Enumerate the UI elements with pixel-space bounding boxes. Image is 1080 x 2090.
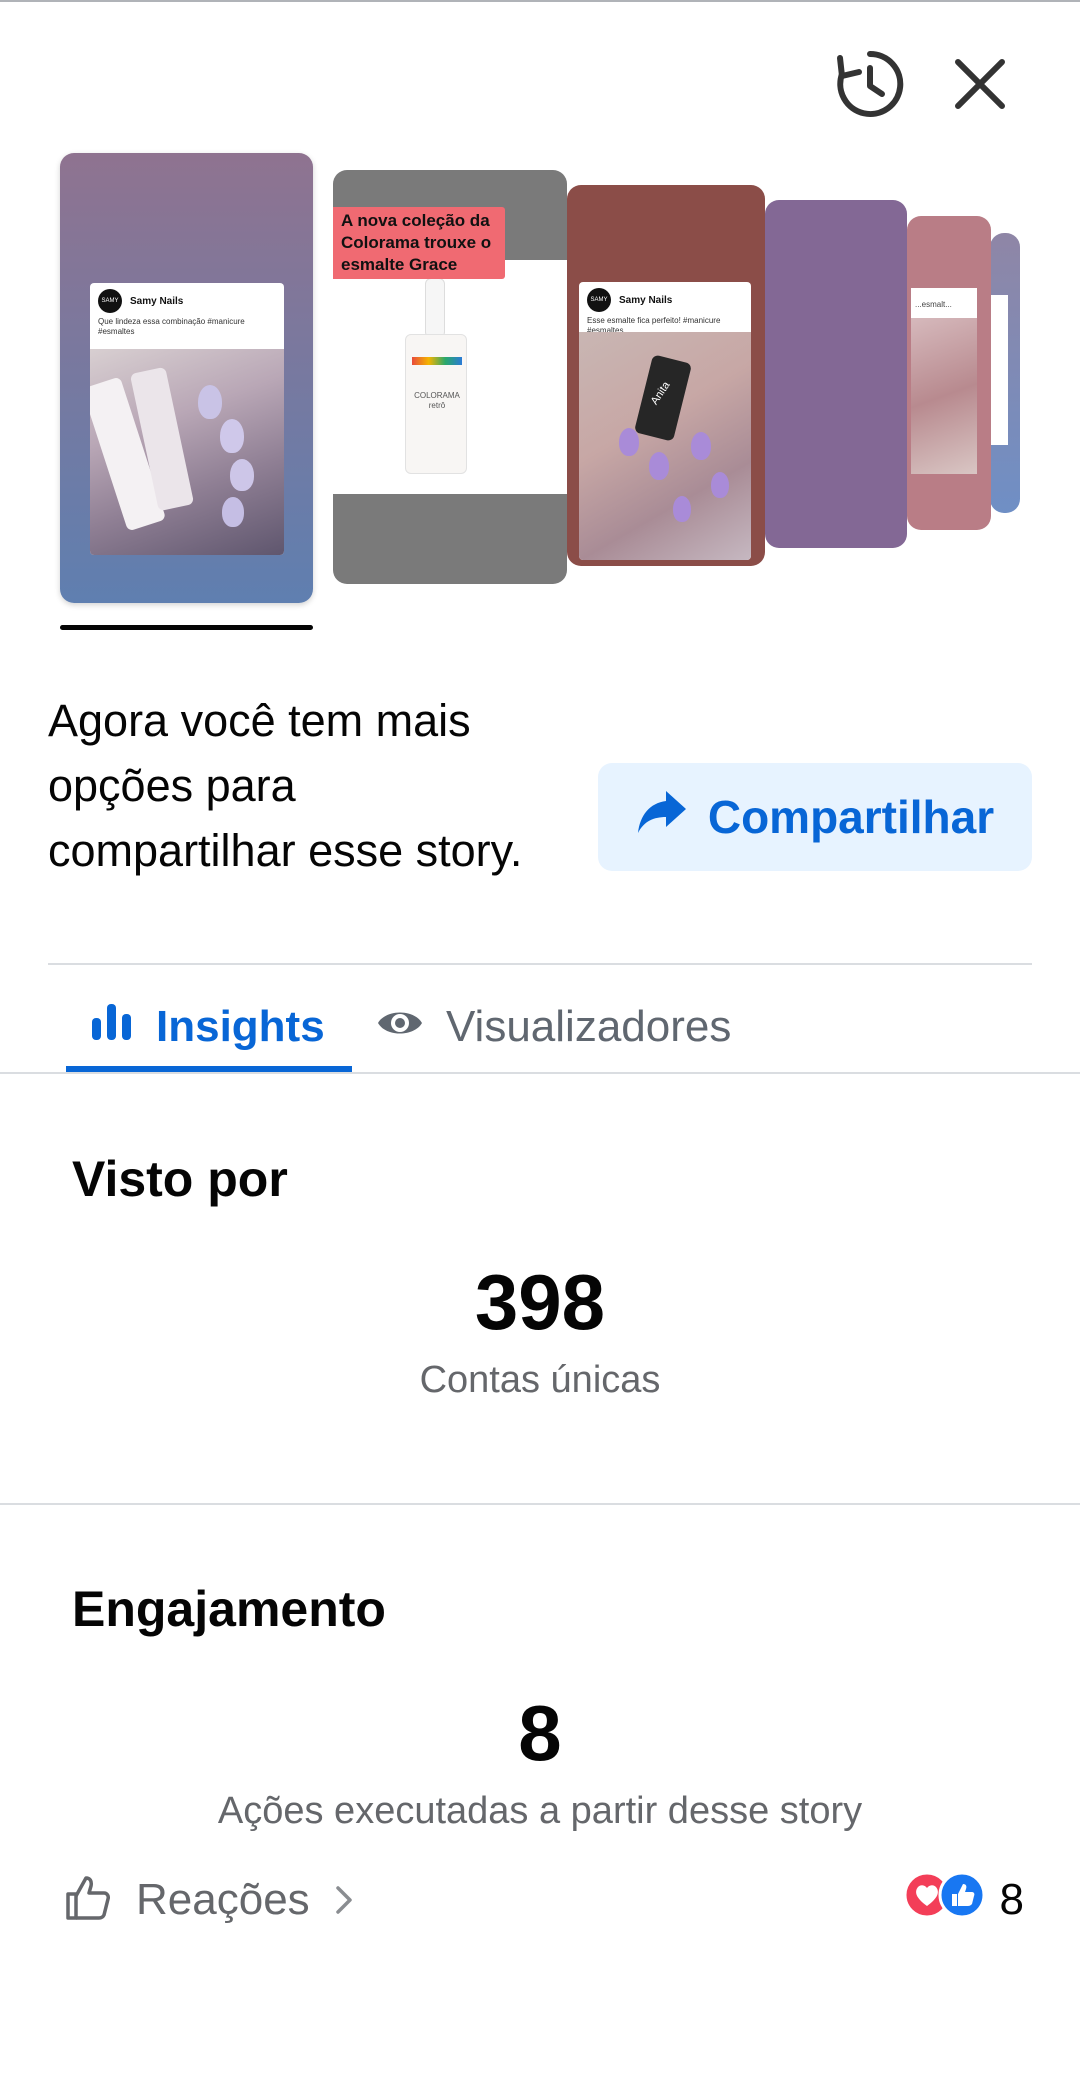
reactions-label: Reações [136, 1875, 310, 1924]
caption-line: Colorama trouxe o [341, 233, 492, 252]
avatar: SAMY [587, 288, 611, 312]
divider [0, 1072, 1080, 1074]
post-caption: Que lindeza essa combinação #manicure #e… [98, 317, 245, 336]
bottle-label: COLORAMA retrô [414, 391, 460, 410]
story-card[interactable]: COLORAMA retrô A nova coleção da Coloram… [333, 170, 567, 584]
story-card-selected[interactable]: SAMY Samy Nails Que lindeza essa combina… [60, 153, 313, 603]
share-prompt-text: Agora você tem mais opções para comparti… [48, 695, 523, 876]
post-author: Samy Nails [130, 295, 184, 307]
history-icon[interactable] [826, 40, 914, 128]
thumbs-up-outline-icon [64, 1874, 112, 1927]
share-button-label: Compartilhar [707, 791, 995, 843]
seen-by-count: 398 [474, 1258, 606, 1346]
story-card[interactable]: ...esmalt... [907, 216, 991, 530]
engagement-subtitle: Ações executadas a partir desse story [217, 1790, 863, 1832]
divider [0, 1503, 1080, 1505]
caption-line: A nova coleção da [341, 211, 490, 230]
tab-insights-label: Insights [156, 1002, 325, 1051]
post-author: Samy Nails [619, 294, 673, 306]
post-caption: ...esmalt... [915, 300, 952, 309]
reaction-emojis-icon [902, 1870, 988, 1931]
eye-icon [376, 1002, 424, 1052]
story-caption-overlay: A nova coleção da Colorama trouxe o esma… [333, 207, 505, 279]
engagement-count: 8 [518, 1689, 562, 1777]
tab-viewers[interactable]: Visualizadores [376, 982, 731, 1072]
close-icon[interactable] [936, 40, 1024, 128]
share-arrow-icon [636, 789, 688, 846]
story-post-preview: SAMY Samy Nails Que lindeza essa combina… [90, 283, 284, 555]
top-border [0, 0, 1080, 2]
story-post-preview: SAMY Samy Nails Esse esmalte fica perfei… [579, 282, 751, 560]
bottle-label: Anita [648, 379, 673, 408]
selected-story-indicator [60, 625, 313, 630]
reactions-summary: 8 [902, 1870, 1024, 1931]
share-button[interactable]: Compartilhar [598, 763, 1032, 871]
story-card[interactable]: SAMY Samy Nails Esse esmalte fica perfei… [567, 185, 765, 566]
story-strip[interactable]: SAMY Samy Nails Que lindeza essa combina… [0, 140, 1080, 640]
bar-chart-icon [90, 1002, 134, 1053]
seen-by-subtitle: Contas únicas [419, 1359, 661, 1401]
nail-photo [90, 349, 284, 555]
story-image: COLORAMA retrô [333, 260, 567, 494]
engagement-title: Engajamento [72, 1581, 386, 1637]
seen-by-title: Visto por [72, 1151, 288, 1207]
story-card[interactable] [765, 200, 907, 548]
nail-photo [911, 318, 977, 474]
avatar: SAMY [98, 289, 122, 313]
story-card[interactable] [990, 233, 1020, 513]
tab-viewers-label: Visualizadores [446, 1002, 732, 1051]
divider [48, 963, 1032, 965]
caption-line: esmalte Grace [341, 255, 458, 274]
tab-insights[interactable]: Insights [66, 982, 352, 1072]
story-post-preview: ...esmalt... [911, 288, 977, 474]
chevron-right-icon [334, 1884, 354, 1916]
nail-photo: Anita [579, 332, 751, 560]
reactions-row[interactable]: Reações 8 [64, 1860, 1024, 1940]
reactions-count: 8 [999, 1875, 1024, 1924]
